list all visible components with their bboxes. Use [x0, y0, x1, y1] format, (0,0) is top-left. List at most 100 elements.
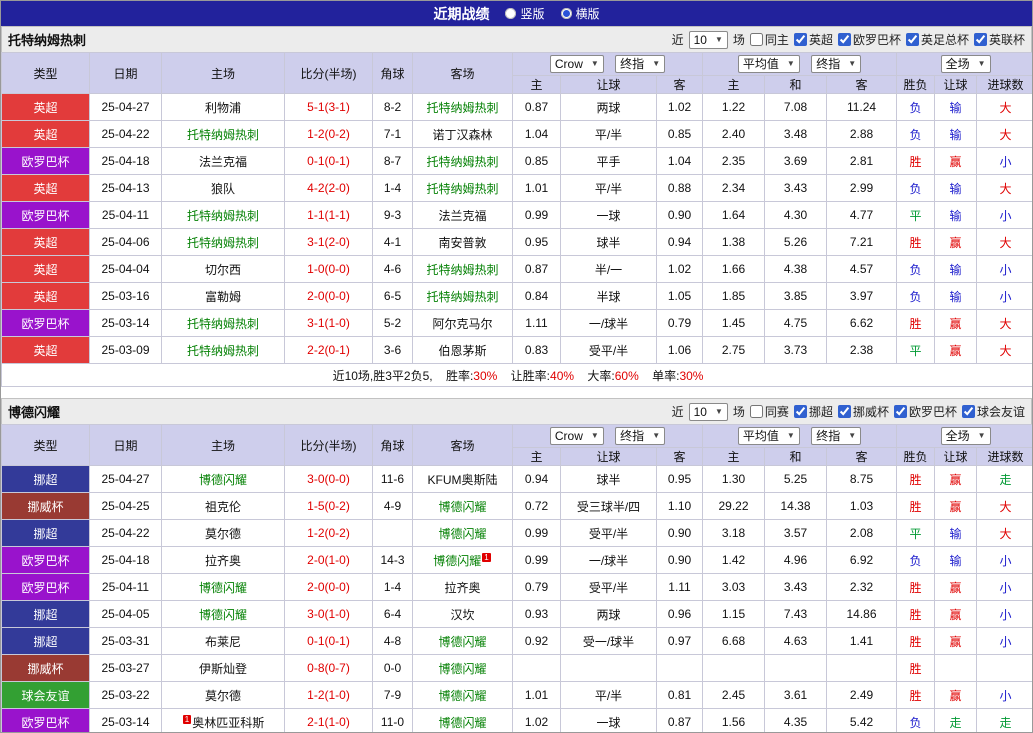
away-team-link[interactable]: 法兰克福 — [412, 201, 513, 229]
same-home-checkbox[interactable]: 同主 — [749, 31, 789, 48]
final-odds-select[interactable]: 终指 ▼ — [615, 427, 666, 445]
avg-away-odds: 2.32 — [825, 573, 898, 601]
topbar: 近期战绩 竖版 横版 — [1, 1, 1032, 26]
col-avg-home: 主 — [702, 447, 765, 466]
home-team-link[interactable]: 托特纳姆热刺 — [161, 309, 285, 337]
away-team-link[interactable]: 博德闪耀 — [412, 519, 513, 547]
team-name[interactable]: 博德闪耀 — [8, 402, 60, 421]
match-score-link[interactable]: 3-0(0-0) — [284, 465, 373, 493]
match-score-link[interactable]: 3-1(2-0) — [284, 228, 373, 256]
match-score-link[interactable]: 2-2(0-1) — [284, 336, 373, 364]
match-score-link[interactable]: 0-1(0-1) — [284, 147, 373, 175]
away-team-link[interactable]: 南安普敦 — [412, 228, 513, 256]
match-score-link[interactable]: 1-2(0-2) — [284, 120, 373, 148]
match-score-link[interactable]: 4-2(2-0) — [284, 174, 373, 202]
away-team-link[interactable]: KFUM奥斯陆 — [412, 465, 513, 493]
away-team-link[interactable]: 托特纳姆热刺 — [412, 255, 513, 283]
match-score-link[interactable]: 2-0(0-0) — [284, 282, 373, 310]
league-checkbox-2[interactable]: 英足总杯 — [905, 31, 969, 48]
match-score-link[interactable]: 5-1(3-1) — [284, 93, 373, 121]
match-score-link[interactable]: 2-0(0-0) — [284, 573, 373, 601]
odds-source-select[interactable]: Crow ▼ — [549, 55, 604, 73]
average-select[interactable]: 平均值 ▼ — [737, 427, 800, 445]
away-team-link[interactable]: 托特纳姆热刺 — [412, 93, 513, 121]
match-count-select[interactable]: 10 ▼ — [688, 30, 728, 49]
away-team-link[interactable]: 博德闪耀 — [412, 654, 513, 682]
away-team-link[interactable]: 托特纳姆热刺 — [412, 147, 513, 175]
radio-vertical-layout[interactable]: 竖版 — [505, 5, 545, 22]
home-team-link[interactable]: 博德闪耀 — [161, 465, 285, 493]
home-team-link[interactable]: 拉齐奥 — [161, 546, 285, 574]
odds-source-select[interactable]: Crow ▼ — [549, 427, 604, 445]
match-score-link[interactable]: 1-0(0-0) — [284, 255, 373, 283]
final-odds-select[interactable]: 终指 ▼ — [615, 55, 666, 73]
home-team-link[interactable]: 1 奥林匹亚科斯 — [161, 708, 285, 732]
avg-away-odds: 11.24 — [825, 93, 898, 121]
away-team-link[interactable]: 拉齐奥 — [412, 573, 513, 601]
home-team-link[interactable]: 托特纳姆热刺 — [161, 336, 285, 364]
home-team-link[interactable]: 法兰克福 — [161, 147, 285, 175]
final-odds-select-2[interactable]: 终指 ▼ — [811, 427, 862, 445]
avg-away-odds: 1.03 — [825, 492, 898, 520]
home-team-link[interactable]: 狼队 — [161, 174, 285, 202]
home-team-link[interactable]: 富勒姆 — [161, 282, 285, 310]
fullmatch-select[interactable]: 全场 ▼ — [940, 427, 991, 445]
home-team-link[interactable]: 伊斯灿登 — [161, 654, 285, 682]
table-row: 挪超 25-04-22 莫尔德 1-2(0-2) 博德闪耀 0.99 受平/半 … — [1, 519, 1032, 547]
league-checkbox-2[interactable]: 欧罗巴杯 — [893, 403, 957, 420]
radio-horizontal-layout[interactable]: 横版 — [560, 5, 600, 22]
away-team-link[interactable]: 托特纳姆热刺 — [412, 282, 513, 310]
avg-draw-odds: 3.43 — [764, 573, 827, 601]
match-score-link[interactable]: 0-8(0-7) — [284, 654, 373, 682]
avg-home-odds: 1.38 — [702, 228, 765, 256]
home-team-link[interactable]: 祖克伦 — [161, 492, 285, 520]
league-checkbox-1[interactable]: 挪威杯 — [837, 403, 889, 420]
match-score-link[interactable]: 1-2(0-2) — [284, 519, 373, 547]
away-odds: 0.90 — [656, 546, 703, 574]
team-name[interactable]: 托特纳姆热刺 — [8, 30, 86, 49]
result-outcome: 胜 — [896, 600, 936, 628]
home-team-link[interactable]: 博德闪耀 — [161, 573, 285, 601]
away-team-link[interactable]: 托特纳姆热刺 — [412, 174, 513, 202]
average-select[interactable]: 平均值 ▼ — [737, 55, 800, 73]
away-team-link[interactable]: 汉坎 — [412, 600, 513, 628]
away-team-link[interactable]: 伯恩茅斯 — [412, 336, 513, 364]
same-competition-checkbox[interactable]: 同赛 — [749, 403, 789, 420]
home-team-link[interactable]: 切尔西 — [161, 255, 285, 283]
home-team-link[interactable]: 利物浦 — [161, 93, 285, 121]
match-count-select[interactable]: 10 ▼ — [688, 402, 728, 421]
away-team-link[interactable]: 博德闪耀 — [412, 708, 513, 732]
avg-home-odds: 29.22 — [702, 492, 765, 520]
fullmatch-select[interactable]: 全场 ▼ — [940, 55, 991, 73]
match-date: 25-04-18 — [89, 546, 162, 574]
league-checkbox-0[interactable]: 挪超 — [793, 403, 833, 420]
match-score-link[interactable]: 1-2(1-0) — [284, 681, 373, 709]
result-goals: 大 — [976, 309, 1032, 337]
match-score-link[interactable]: 3-1(1-0) — [284, 309, 373, 337]
away-team-link[interactable]: 诺丁汉森林 — [412, 120, 513, 148]
match-score-link[interactable]: 1-5(0-2) — [284, 492, 373, 520]
match-score-link[interactable]: 0-1(0-1) — [284, 627, 373, 655]
home-team-link[interactable]: 布莱尼 — [161, 627, 285, 655]
home-team-link[interactable]: 莫尔德 — [161, 681, 285, 709]
away-team-link[interactable]: 阿尔克马尔 — [412, 309, 513, 337]
table-row: 英超 25-04-04 切尔西 1-0(0-0) 4-6 托特纳姆热刺 0.87… — [1, 255, 1032, 283]
away-team-link[interactable]: 博德闪耀 — [412, 627, 513, 655]
match-score-link[interactable]: 3-0(1-0) — [284, 600, 373, 628]
final-odds-select-2[interactable]: 终指 ▼ — [811, 55, 862, 73]
home-team-link[interactable]: 莫尔德 — [161, 519, 285, 547]
away-team-link[interactable]: 博德闪耀 1 — [412, 546, 513, 574]
match-score-link[interactable]: 2-0(1-0) — [284, 546, 373, 574]
home-team-link[interactable]: 托特纳姆热刺 — [161, 201, 285, 229]
home-team-link[interactable]: 托特纳姆热刺 — [161, 228, 285, 256]
league-checkbox-1[interactable]: 欧罗巴杯 — [837, 31, 901, 48]
match-score-link[interactable]: 2-1(1-0) — [284, 708, 373, 732]
league-checkbox-3[interactable]: 英联杯 — [973, 31, 1025, 48]
home-team-link[interactable]: 托特纳姆热刺 — [161, 120, 285, 148]
league-checkbox-3[interactable]: 球会友谊 — [961, 403, 1025, 420]
home-team-link[interactable]: 博德闪耀 — [161, 600, 285, 628]
match-score-link[interactable]: 1-1(1-1) — [284, 201, 373, 229]
league-checkbox-0[interactable]: 英超 — [793, 31, 833, 48]
away-team-link[interactable]: 博德闪耀 — [412, 492, 513, 520]
away-team-link[interactable]: 博德闪耀 — [412, 681, 513, 709]
